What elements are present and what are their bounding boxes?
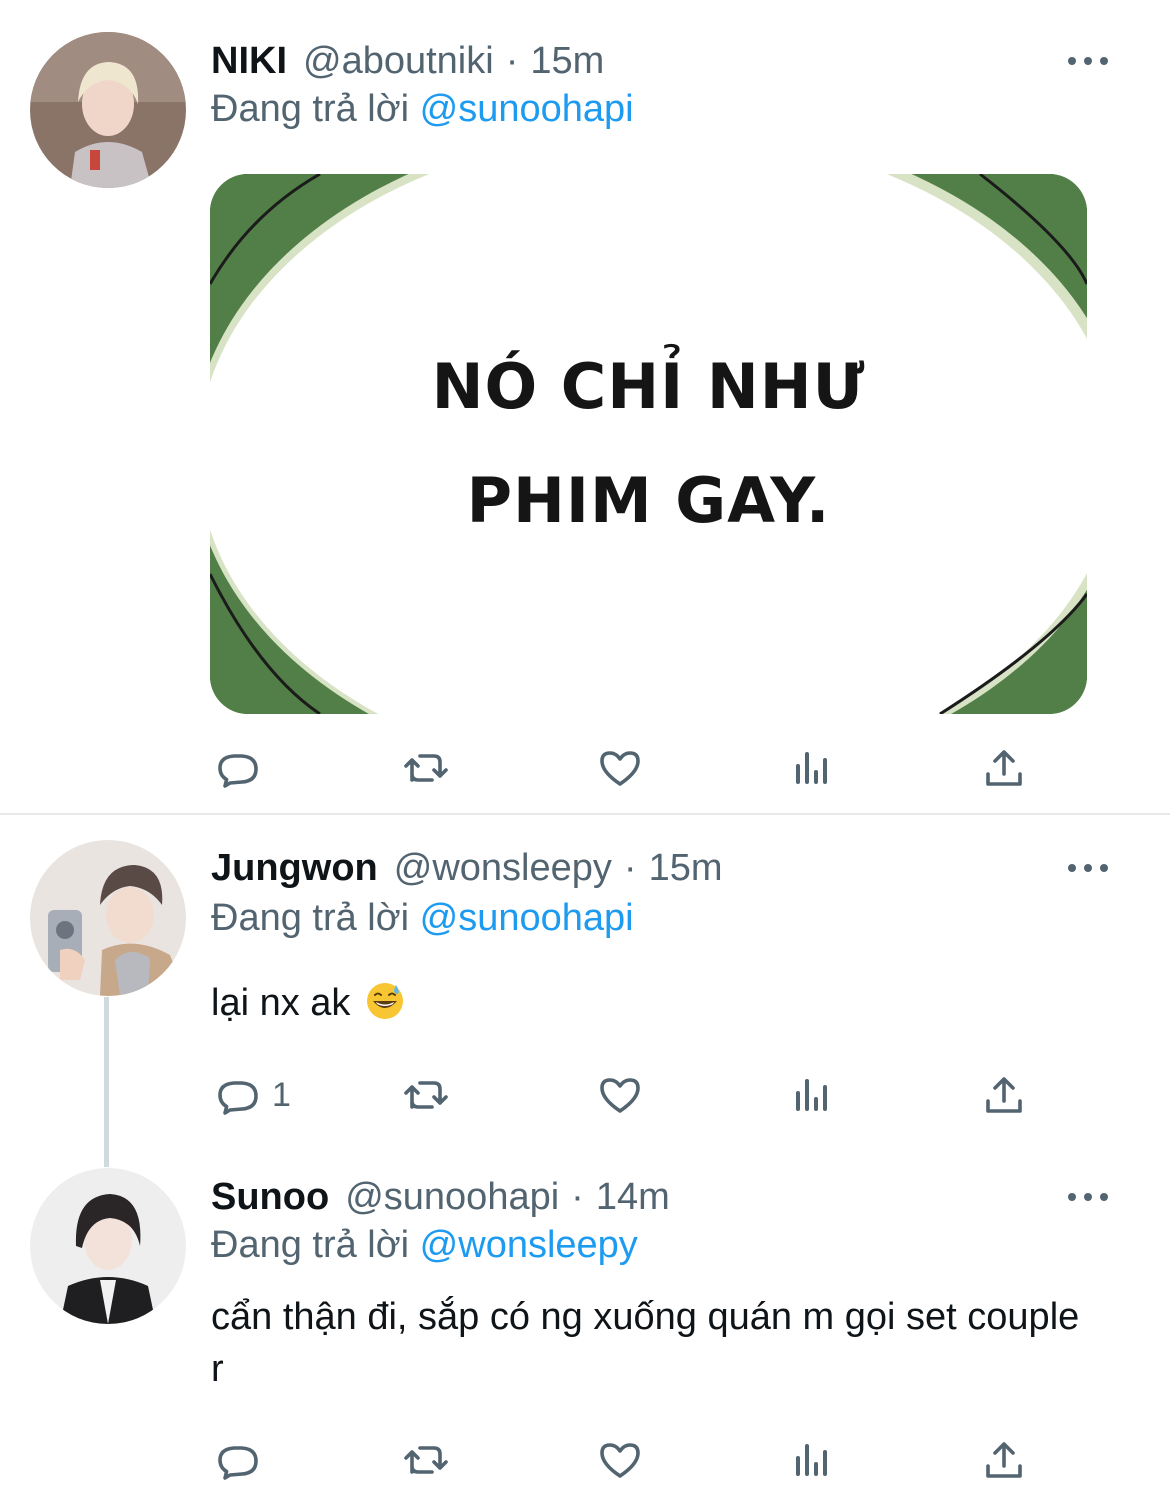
reply-icon (218, 1081, 258, 1115)
avatar-sunoo[interactable] (30, 1168, 186, 1324)
share-button[interactable] (980, 738, 1028, 798)
display-name[interactable]: Sunoo (211, 1176, 329, 1219)
analytics-icon (796, 752, 827, 784)
reply-button[interactable]: 1 (214, 1065, 291, 1125)
share-button[interactable] (980, 1430, 1028, 1490)
like-icon (600, 1443, 640, 1478)
like-button[interactable] (596, 1430, 644, 1490)
tweet-text-content: lại nx ak (211, 982, 351, 1024)
tweet-actions (0, 738, 1170, 798)
tweet-actions: 1 (0, 1065, 1170, 1125)
grinning-face-with-sweat-icon (366, 983, 403, 1019)
separator-dot: · (623, 846, 637, 889)
tweet-jungwon[interactable]: Jungwon @wonsleepy · 15m Đang trả lời @s… (0, 815, 1170, 1155)
more-icon[interactable] (1068, 1182, 1108, 1212)
mention-link[interactable]: @sunoohapi (420, 88, 634, 130)
analytics-button[interactable] (788, 1065, 836, 1125)
more-icon[interactable] (1068, 46, 1108, 76)
analytics-icon (796, 1079, 827, 1111)
replying-to-line: Đang trả lời @wonsleepy (211, 1224, 638, 1267)
replying-label: Đang trả lời (211, 897, 410, 939)
analytics-icon (796, 1444, 827, 1476)
tweet-header: NIKI @aboutniki · 15m (211, 33, 604, 89)
user-handle[interactable]: @aboutniki (303, 40, 494, 83)
media-caption-line1: NÓ CHỈ NHƯ (431, 350, 866, 423)
user-handle[interactable]: @wonsleepy (394, 847, 612, 890)
retweet-icon (404, 754, 448, 782)
tweet-actions (0, 1430, 1170, 1490)
display-name[interactable]: Jungwon (211, 847, 378, 890)
tweet-media-image[interactable]: NÓ CHỈ NHƯ PHIM GAY. (210, 174, 1087, 714)
retweet-button[interactable] (402, 1065, 450, 1125)
share-icon (986, 1077, 1022, 1113)
timestamp[interactable]: 14m (596, 1176, 670, 1219)
like-icon (600, 1078, 640, 1113)
replying-to-line: Đang trả lời @sunoohapi (211, 897, 634, 940)
avatar-niki[interactable] (30, 32, 186, 188)
reply-icon (218, 1446, 258, 1480)
like-button[interactable] (596, 1065, 644, 1125)
timestamp[interactable]: 15m (649, 847, 723, 890)
replying-to-line: Đang trả lời @sunoohapi (211, 88, 634, 131)
like-icon (600, 751, 640, 786)
like-button[interactable] (596, 738, 644, 798)
mention-link[interactable]: @wonsleepy (420, 1224, 638, 1266)
share-button[interactable] (980, 1065, 1028, 1125)
tweet-niki[interactable]: NIKI @aboutniki · 15m Đang trả lời @suno… (0, 0, 1170, 813)
timestamp[interactable]: 15m (530, 40, 604, 83)
reply-button[interactable] (214, 738, 262, 798)
avatar-jungwon[interactable] (30, 840, 186, 996)
tweet-text: cẩn thận đi, sắp có ng xuống quán m gọi … (211, 1296, 1080, 1390)
retweet-button[interactable] (402, 738, 450, 798)
retweet-button[interactable] (402, 1430, 450, 1490)
display-name[interactable]: NIKI (211, 40, 287, 83)
mention-link[interactable]: @sunoohapi (420, 897, 634, 939)
tweet-text: lại nx ak (211, 977, 1111, 1029)
reply-button[interactable] (214, 1430, 262, 1490)
analytics-button[interactable] (788, 738, 836, 798)
share-icon (986, 750, 1022, 786)
retweet-icon (404, 1081, 448, 1109)
separator-dot: · (505, 39, 519, 82)
user-handle[interactable]: @sunoohapi (345, 1176, 559, 1219)
reply-icon (218, 754, 258, 788)
tweet-header: Jungwon @wonsleepy · 15m (211, 840, 722, 896)
reply-count: 1 (272, 1075, 291, 1114)
share-icon (986, 1442, 1022, 1478)
media-caption-line2: PHIM GAY. (466, 464, 831, 537)
tweet-sunoo[interactable]: Sunoo @sunoohapi · 14m Đang trả lời @won… (0, 1168, 1170, 1502)
replying-label: Đang trả lời (211, 88, 410, 130)
analytics-button[interactable] (788, 1430, 836, 1490)
separator-dot: · (571, 1175, 584, 1218)
more-icon[interactable] (1068, 853, 1108, 883)
replying-label: Đang trả lời (211, 1224, 410, 1266)
tweet-header: Sunoo @sunoohapi · 14m (211, 1169, 670, 1225)
retweet-icon (404, 1446, 448, 1474)
